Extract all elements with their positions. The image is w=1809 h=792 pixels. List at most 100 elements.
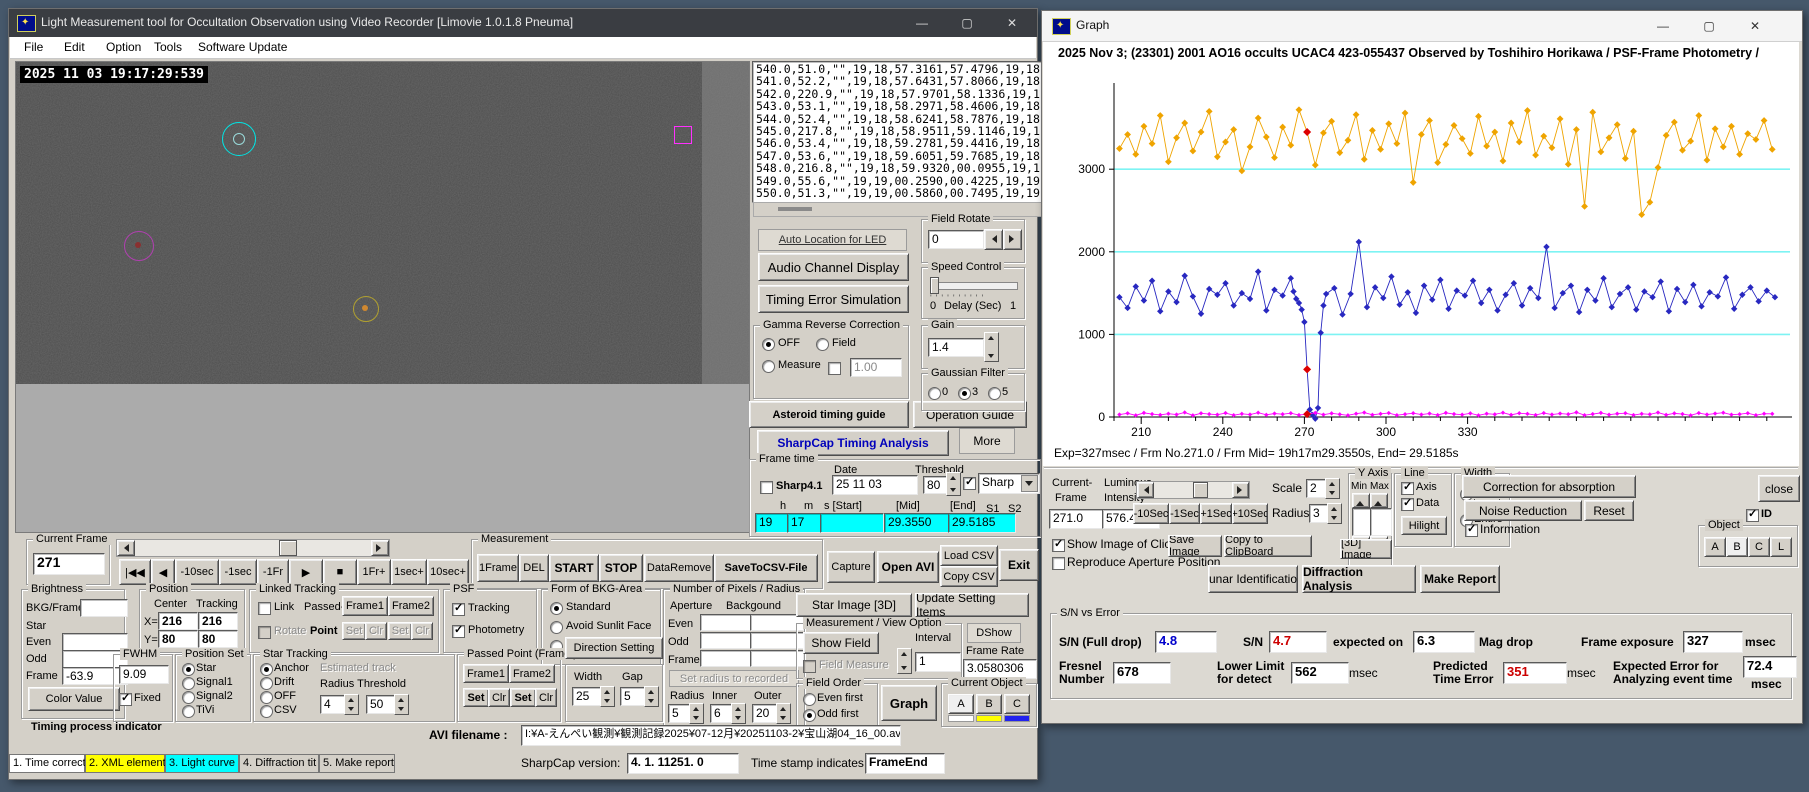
psf-photometry-checkbox[interactable] xyxy=(452,624,465,638)
light-curve-chart[interactable]: 0 1000 2000 3000 210 240 270 300 330 xyxy=(1044,65,1796,447)
graph-maximize-icon[interactable]: ▢ xyxy=(1692,15,1726,37)
interval-spinner[interactable] xyxy=(897,648,912,674)
tab-time-correct[interactable]: 1. Time correct xyxy=(9,754,86,773)
lunar-identification-button[interactable]: Lunar Identification xyxy=(1208,565,1298,593)
fwhm-value[interactable]: 9.09 xyxy=(119,665,169,684)
timestamp-indicates-value[interactable]: FrameEnd xyxy=(865,753,945,774)
linked-set2-button[interactable]: Set xyxy=(388,622,412,640)
save-image-button[interactable]: Save Image xyxy=(1168,535,1222,557)
object-b-button[interactable]: B xyxy=(976,694,1002,714)
close-button[interactable]: close xyxy=(1758,475,1800,502)
linked-frame1-button[interactable]: Frame1 xyxy=(342,596,388,616)
menu-edit[interactable]: Edit xyxy=(64,41,85,54)
object-c-button[interactable]: C xyxy=(1004,694,1030,714)
minus-1sec-graph-button[interactable]: -1Sec xyxy=(1169,503,1200,524)
pos-x-center[interactable]: 216 xyxy=(158,612,198,630)
data-remove-button[interactable]: DataRemove xyxy=(644,554,714,582)
passed-set1-button[interactable]: Set xyxy=(463,688,489,707)
radius-spinner[interactable] xyxy=(689,703,704,724)
passed-clr2-button[interactable]: Clr xyxy=(535,688,557,707)
time-m-field[interactable]: 17 xyxy=(787,513,821,533)
graph-object-a-button[interactable]: A xyxy=(1704,537,1726,557)
gamma-checkbox[interactable] xyxy=(828,362,841,375)
save-to-csv-button[interactable]: SaveToCSV-File xyxy=(714,554,818,582)
lower-limit-value[interactable]: 562 xyxy=(1291,662,1349,684)
odd-first-radio[interactable] xyxy=(803,709,816,722)
psf-tracking-checkbox[interactable] xyxy=(452,602,465,616)
sharpcap-version-value[interactable]: 4. 1. 11251. 0 xyxy=(627,753,739,774)
csv-hscrollbar[interactable] xyxy=(753,202,1042,217)
diffraction-analysis-button[interactable]: Diffraction Analysis xyxy=(1302,565,1416,593)
reproduce-aperture-checkbox[interactable] xyxy=(1052,557,1065,570)
pixels-odd-aperture[interactable] xyxy=(700,632,752,649)
posset-signal2-radio[interactable] xyxy=(182,691,195,704)
object-id-checkbox[interactable] xyxy=(1746,508,1759,522)
pos-y-center[interactable]: 80 xyxy=(158,630,198,648)
plus-10sec-button[interactable]: 10sec+ xyxy=(427,559,469,585)
gaussian-3-radio[interactable] xyxy=(958,387,971,400)
sn-value[interactable]: 4.7 xyxy=(1269,631,1327,653)
sharp-checkbox[interactable] xyxy=(963,476,976,490)
frame-slider-thumb[interactable] xyxy=(279,540,297,556)
tab-light-curve[interactable]: 3. Light curve xyxy=(165,754,239,773)
pixels-even-aperture[interactable] xyxy=(700,614,752,631)
del-button[interactable]: DEL xyxy=(519,554,549,582)
menu-tools[interactable]: Tools xyxy=(154,41,182,54)
linked-set1-button[interactable]: Set xyxy=(342,622,366,640)
image-3d-button[interactable]: [3D] Image xyxy=(1340,539,1392,559)
pos-x-tracking[interactable]: 216 xyxy=(198,612,238,630)
link-checkbox[interactable] xyxy=(258,602,271,615)
csv-scroll-thumb[interactable] xyxy=(778,207,812,211)
graph-radius-spinner[interactable] xyxy=(1327,503,1342,524)
plus-1sec-button[interactable]: 1sec+ xyxy=(391,559,427,585)
ymax-field[interactable] xyxy=(1370,508,1392,536)
direction-setting-button[interactable]: Direction Setting xyxy=(565,637,663,659)
star-even-field[interactable] xyxy=(62,633,128,651)
bkg-avoid-radio[interactable] xyxy=(550,621,563,634)
scale-spinner[interactable] xyxy=(1325,478,1340,499)
pixels-frame-aperture[interactable] xyxy=(700,650,752,667)
speed-slider-track[interactable] xyxy=(930,282,1018,290)
time-end-field[interactable]: 29.5185 xyxy=(948,513,1016,533)
field-rotate-right-button[interactable] xyxy=(1003,229,1022,250)
menu-file[interactable]: File xyxy=(24,41,43,54)
passed-set2-button[interactable]: Set xyxy=(510,688,536,707)
posset-signal1-radio[interactable] xyxy=(182,677,195,690)
copy-csv-button[interactable]: Copy CSV xyxy=(940,566,998,587)
load-csv-button[interactable]: Load CSV xyxy=(940,545,998,566)
passed-frame1-button[interactable]: Frame1 xyxy=(463,664,509,683)
tab-xml-element[interactable]: 2. XML element xyxy=(85,754,166,773)
gap-spinner[interactable] xyxy=(644,686,659,707)
predicted-error-value[interactable]: 351 xyxy=(1503,662,1567,684)
video-frame[interactable]: 2025 11 03 19:17:29:539 xyxy=(15,61,750,533)
minimize-icon[interactable]: — xyxy=(906,13,938,33)
make-report-button[interactable]: Make Report xyxy=(1420,565,1500,593)
minus-1sec-button[interactable]: -1sec xyxy=(219,559,257,585)
tab-diffraction[interactable]: 4. Diffraction tit xyxy=(239,754,319,773)
line-data-checkbox[interactable] xyxy=(1401,497,1414,511)
color-value-button[interactable]: Color Value xyxy=(28,687,120,711)
graph-titlebar[interactable]: ✦ Graph — ▢ ✕ xyxy=(1042,11,1802,42)
graph-slider-left-button[interactable] xyxy=(1137,482,1154,498)
dshow-button[interactable]: DShow xyxy=(967,623,1021,643)
aperture-marker-magenta-square[interactable] xyxy=(674,126,692,144)
graph-slider-right-button[interactable] xyxy=(1232,482,1249,498)
gain-value[interactable]: 1.4 xyxy=(928,338,984,357)
expected-error-value[interactable]: 72.4 xyxy=(1743,656,1797,678)
capture-button[interactable]: Capture xyxy=(827,551,875,583)
plus-10sec-graph-button[interactable]: +10Sec xyxy=(1232,503,1268,524)
fwhm-fixed-checkbox[interactable] xyxy=(119,692,132,706)
gain-spinner[interactable] xyxy=(984,332,999,362)
time-start-field[interactable] xyxy=(820,513,884,533)
time-h-field[interactable]: 19 xyxy=(755,513,789,533)
gamma-off-radio[interactable] xyxy=(762,338,775,351)
hilight-button[interactable]: Hilight xyxy=(1401,516,1447,535)
graph-button[interactable]: Graph xyxy=(881,685,937,721)
tracking-threshold-spinner[interactable] xyxy=(394,694,409,715)
minus-1fr-button[interactable]: -1Fr xyxy=(257,559,289,585)
linked-clr2-button[interactable]: Clr xyxy=(411,622,433,640)
maximize-icon[interactable]: ▢ xyxy=(951,13,983,33)
minus-10sec-graph-button[interactable]: -10Sec xyxy=(1133,503,1169,524)
line-axis-checkbox[interactable] xyxy=(1401,481,1414,495)
passed-clr1-button[interactable]: Clr xyxy=(488,688,510,707)
